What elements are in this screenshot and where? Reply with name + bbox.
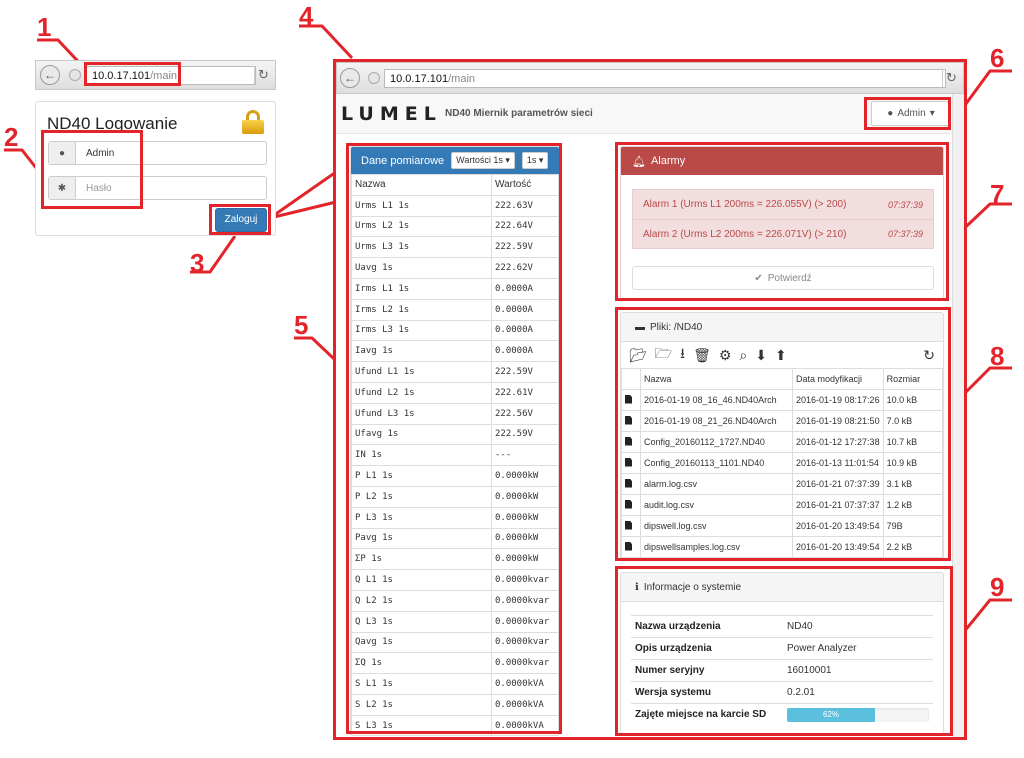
callout-box-1 xyxy=(84,62,181,86)
callout-number-3: 3 xyxy=(190,248,205,278)
callout-number-9: 9 xyxy=(990,572,1005,602)
callout-number-2: 2 xyxy=(4,122,19,152)
lock-icon xyxy=(242,110,264,134)
callout-box-6 xyxy=(864,97,951,130)
callout-box-2 xyxy=(41,130,143,209)
callout-3-line-b xyxy=(269,200,337,220)
callout-box-3 xyxy=(209,204,271,235)
callout-number-1: 1 xyxy=(37,12,52,42)
reload-icon[interactable]: ↻ xyxy=(254,66,272,84)
callout-box-8 xyxy=(615,307,951,561)
callout-number-8: 8 xyxy=(990,341,1005,371)
callout-number-7: 7 xyxy=(990,179,1005,209)
callout-box-7 xyxy=(615,142,949,301)
globe-icon xyxy=(69,69,81,81)
callout-3-line-a xyxy=(269,170,337,220)
callout-box-9 xyxy=(615,566,953,736)
callout-number-5: 5 xyxy=(294,310,309,340)
callout-number-4: 4 xyxy=(299,1,314,31)
callout-6-line xyxy=(958,69,1012,113)
back-arrow-icon[interactable]: ← xyxy=(40,65,60,85)
callout-number-6: 6 xyxy=(990,43,1005,73)
callout-box-5 xyxy=(346,143,562,734)
